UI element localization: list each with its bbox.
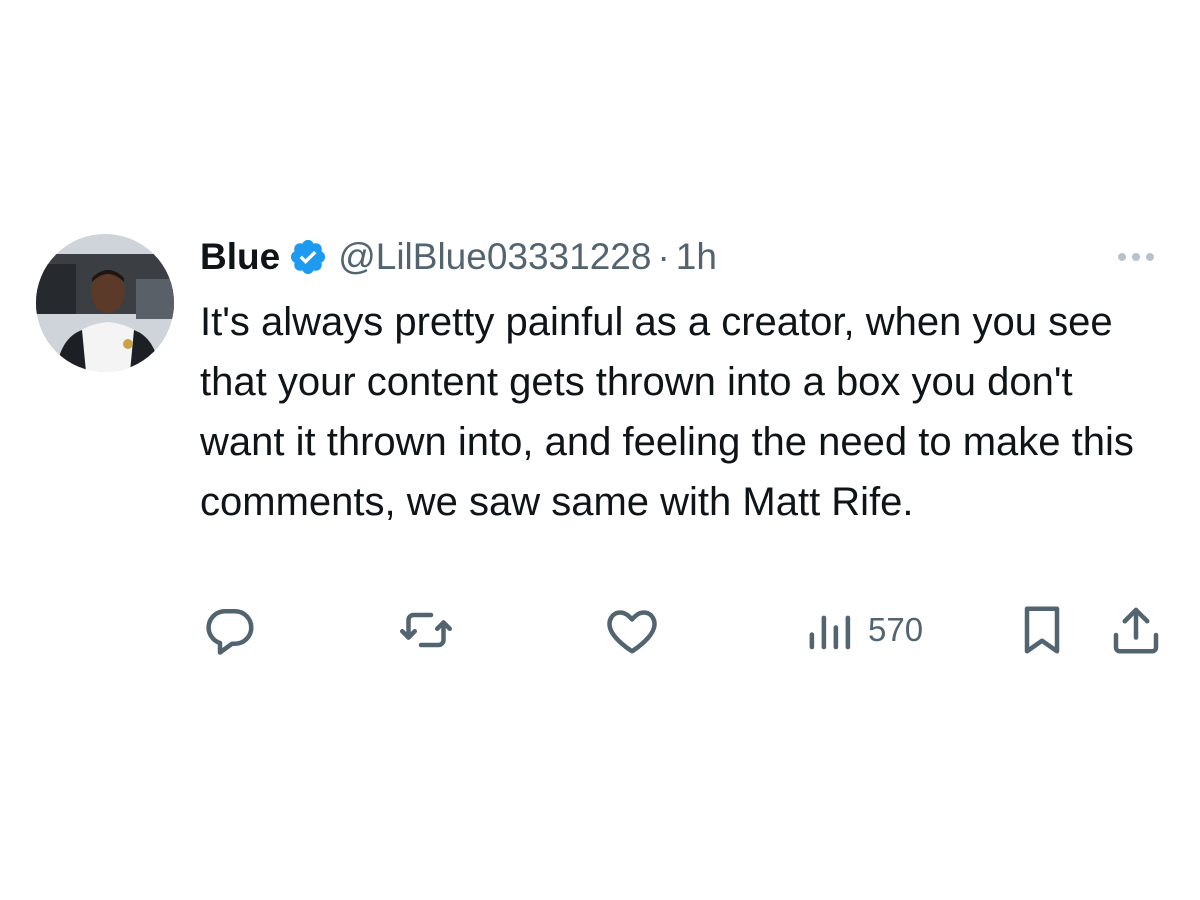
tweet-card: Blue @LilBlue03331228 · 1h It's always p… [36, 234, 1166, 664]
tweet-content: Blue @LilBlue03331228 · 1h It's always p… [200, 234, 1166, 655]
analytics-bars-icon [809, 615, 851, 650]
avatar-photo [36, 234, 174, 372]
tweet-header: Blue @LilBlue03331228 · 1h [200, 234, 1166, 280]
avatar[interactable] [36, 234, 174, 372]
reply-button[interactable] [200, 600, 260, 660]
views-button[interactable]: 570 [806, 600, 923, 660]
timestamp[interactable]: 1h [676, 234, 717, 280]
user-handle[interactable]: @LilBlue03331228 [338, 234, 651, 280]
reply-icon [206, 608, 254, 655]
views-count: 570 [868, 611, 924, 648]
more-dot [1146, 253, 1154, 261]
share-button[interactable] [1106, 600, 1166, 660]
more-dots-icon[interactable] [1106, 234, 1166, 280]
like-button[interactable] [602, 600, 662, 660]
retweet-button[interactable] [396, 600, 456, 660]
retweet-icon [400, 612, 452, 648]
heart-icon [607, 610, 657, 654]
verified-badge-icon[interactable] [288, 237, 328, 277]
tweet-text: It's always pretty painful as a creator,… [200, 300, 1134, 524]
action-bar: 570 [200, 600, 1166, 660]
more-dot [1132, 253, 1140, 261]
bookmark-icon [1024, 606, 1060, 654]
display-name[interactable]: Blue [200, 234, 280, 280]
separator-dot: · [657, 236, 670, 277]
share-upload-icon [1113, 607, 1159, 654]
more-dot [1118, 253, 1126, 261]
bookmark-button[interactable] [1012, 600, 1072, 660]
